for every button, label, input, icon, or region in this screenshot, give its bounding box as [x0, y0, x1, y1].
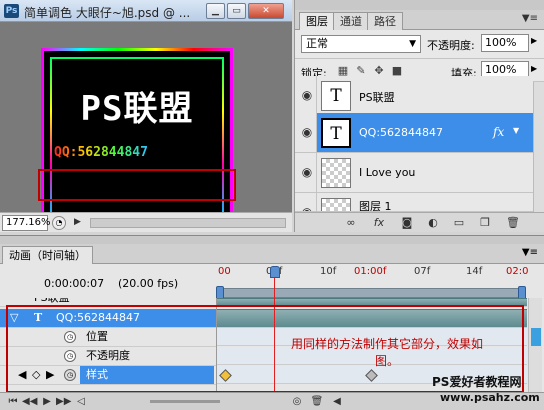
visibility-cell[interactable]: ◉	[295, 193, 317, 211]
previous-frame-icon[interactable]: ◀◀	[22, 395, 37, 409]
layer-thumbnail	[321, 198, 351, 211]
ruler-tick: 14f	[466, 266, 483, 277]
minimize-button[interactable]: ▁	[206, 3, 225, 19]
layer-name: PS联盟	[359, 91, 395, 104]
layer-thumbnail: T	[321, 81, 351, 111]
opacity-label: 不透明度:	[427, 39, 475, 52]
link-layers-icon[interactable]: ∞	[343, 215, 359, 231]
layer-thumbnail	[321, 158, 351, 188]
animation-tabbar: 动画（时间轴） ▼≡	[0, 244, 544, 264]
document-title: 简单调色 大眼仔~旭.psd @ ...	[24, 6, 191, 20]
convert-frames-icon[interactable]: ◀	[330, 395, 344, 409]
status-info-icon[interactable]: ◔	[52, 216, 66, 230]
fill-slider-arrow-icon[interactable]: ▶	[531, 64, 537, 73]
chevron-down-icon: ▼	[409, 39, 416, 49]
tab-channels[interactable]: 通道	[333, 12, 369, 30]
opacity-input[interactable]: 100%	[481, 34, 529, 52]
blend-mode-value: 正常	[306, 37, 328, 50]
current-time: 0:00:00:07	[44, 277, 105, 290]
tab-paths[interactable]: 路径	[367, 12, 403, 30]
audio-icon[interactable]: ◁	[74, 395, 88, 409]
frame-rate: (20.00 fps)	[118, 277, 179, 290]
zoom-slider[interactable]	[150, 400, 220, 403]
layers-vertical-scrollbar[interactable]	[533, 82, 544, 212]
layer-thumbnail: T	[321, 118, 351, 148]
canvas-area[interactable]: PS联盟 QQ:562844847	[0, 22, 292, 228]
eye-icon[interactable]: ◉	[299, 125, 315, 139]
eye-icon[interactable]: ◉	[299, 88, 315, 102]
layer-row[interactable]: ◉ 图层 1	[295, 193, 533, 212]
scrollbar-thumb[interactable]	[531, 328, 541, 346]
trash-icon[interactable]: 🗑	[505, 215, 521, 231]
status-arrow-icon[interactable]: ▶	[74, 217, 81, 227]
photoshop-icon: Ps	[4, 4, 19, 18]
add-style-icon[interactable]: fx	[371, 215, 387, 231]
document-statusbar: 177.16% ◔ ▶	[0, 212, 292, 232]
tab-animation-timeline[interactable]: 动画（时间轴）	[2, 246, 93, 264]
layer-row[interactable]: ◉ T PS联盟	[295, 76, 533, 116]
artwork-subtitle: QQ:562844847	[54, 145, 148, 160]
visibility-cell[interactable]: ◉	[295, 113, 317, 152]
layer-row-selected[interactable]: ◉ T QQ:562844847 fx ▼	[295, 113, 533, 153]
ruler-tick: 02:0	[506, 266, 529, 277]
watermark-line1: PS爱好者教程网	[432, 375, 522, 389]
document-window: Ps 简单调色 大眼仔~旭.psd @ ... ▁ ▭ ✕ PS联盟 QQ:56…	[0, 0, 292, 232]
panel-menu-icon[interactable]: ▼≡	[522, 247, 538, 258]
document-titlebar[interactable]: Ps 简单调色 大眼仔~旭.psd @ ... ▁ ▭ ✕	[0, 0, 292, 22]
eye-icon[interactable]: ◉	[299, 205, 315, 211]
zoom-field[interactable]: 177.16%	[2, 215, 51, 231]
visibility-cell[interactable]: ◉	[295, 76, 317, 115]
tab-layers[interactable]: 图层	[299, 12, 335, 30]
work-area-bar[interactable]	[216, 288, 526, 298]
ruler-tick: 07f	[414, 266, 431, 277]
add-mask-icon[interactable]: ◙	[399, 215, 415, 231]
opacity-slider-arrow-icon[interactable]: ▶	[531, 36, 537, 45]
layer-name: 图层 1	[359, 200, 392, 212]
playhead-handle[interactable]	[270, 266, 280, 278]
watermark-line2: www.psahz.com	[440, 391, 540, 404]
visibility-cell[interactable]: ◉	[295, 153, 317, 192]
close-button[interactable]: ✕	[248, 3, 284, 19]
ruler-tick: 00	[218, 266, 231, 277]
horizontal-scrollbar[interactable]	[90, 218, 286, 228]
layers-panel: 图层 通道 路径 ▼≡ 正常 ▼ 不透明度: 100% ▶ 锁定: ▦ ✎ ✥ …	[294, 0, 544, 232]
layer-name: I Love you	[359, 166, 416, 179]
watermark: PS爱好者教程网 www.psahz.com	[432, 374, 544, 410]
panel-menu-icon[interactable]: ▼≡	[522, 13, 538, 24]
ruler-tick: 01:00f	[354, 266, 387, 277]
layers-panel-footer: ∞ fx ◙ ◐ ▭ ❐ 🗑	[295, 212, 544, 232]
artwork-image: PS联盟 QQ:562844847	[41, 48, 233, 228]
maximize-button[interactable]: ▭	[227, 3, 246, 19]
expand-effects-icon[interactable]: ▼	[513, 126, 519, 135]
panel-grip[interactable]	[295, 0, 544, 10]
panel-grip[interactable]	[0, 236, 544, 244]
layers-panel-tabs: 图层 通道 路径	[295, 10, 544, 30]
tween-icon[interactable]: ◎	[290, 395, 304, 409]
annotation-text: 用同样的方法制作其它部分，效果如图。	[290, 337, 483, 368]
blend-mode-select[interactable]: 正常 ▼	[301, 35, 421, 53]
new-layer-icon[interactable]: ❐	[477, 215, 493, 231]
layer-name: QQ:562844847	[359, 126, 444, 139]
artwork-title: PS联盟	[80, 89, 194, 129]
eye-icon[interactable]: ◉	[299, 165, 315, 179]
first-frame-icon[interactable]: ⏮	[6, 395, 20, 409]
play-icon[interactable]: ▶	[40, 395, 54, 409]
annotation-highlight-box	[38, 169, 236, 201]
adjustment-layer-icon[interactable]: ◐	[425, 215, 441, 231]
trash-icon[interactable]: 🗑	[310, 395, 324, 409]
new-group-icon[interactable]: ▭	[451, 215, 467, 231]
animation-panel: 动画（时间轴） ▼≡ 0:00:00:07 (20.00 fps) 00 05f…	[0, 235, 544, 410]
next-frame-icon[interactable]: ▶▶	[56, 395, 71, 409]
layer-effects-icon[interactable]: fx	[493, 125, 504, 139]
ruler-tick: 10f	[320, 266, 337, 277]
layer-row[interactable]: ◉ I Love you	[295, 153, 533, 193]
